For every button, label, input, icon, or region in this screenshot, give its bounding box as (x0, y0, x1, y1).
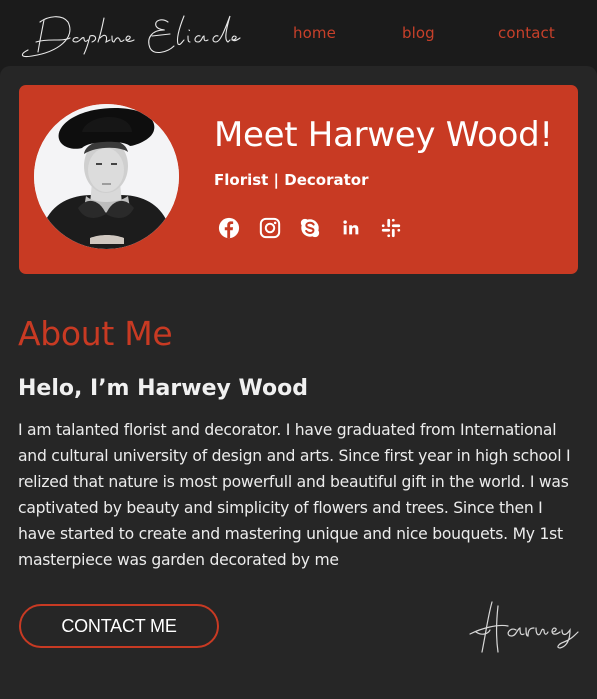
logo-script-signature (21, 15, 241, 58)
skype-icon (300, 218, 320, 238)
main-content: Meet Harwey Wood! Florist | Decorator Ab… (0, 66, 597, 699)
social-link-linkedin[interactable] (340, 217, 362, 239)
signature (468, 596, 580, 656)
profile-subtitle: Florist | Decorator (214, 171, 369, 189)
linkedin-icon (342, 220, 358, 235)
signature-script-image (469, 601, 579, 653)
facebook-icon (218, 217, 240, 239)
nav-link-blog[interactable]: blog (402, 24, 435, 42)
social-links (218, 217, 421, 239)
social-link-slack[interactable] (380, 217, 402, 239)
social-link-skype[interactable] (299, 217, 321, 239)
nav-link-home[interactable]: home (293, 24, 336, 42)
logo[interactable] (18, 8, 246, 58)
avatar-portrait-image (34, 104, 179, 249)
social-link-instagram[interactable] (259, 217, 281, 239)
contact-me-button[interactable]: CONTACT ME (19, 604, 219, 648)
profile-card: Meet Harwey Wood! Florist | Decorator (19, 85, 578, 274)
about-section-title: About Me (18, 314, 173, 353)
profile-title: Meet Harwey Wood! (214, 115, 553, 155)
about-description: I am talanted florist and decorator. I h… (18, 421, 571, 569)
avatar (34, 104, 179, 249)
nav-link-contact[interactable]: contact (498, 24, 555, 42)
about-greeting: Helo, I’m Harwey Wood (18, 376, 308, 401)
social-link-facebook[interactable] (218, 217, 240, 239)
site-header: home blog contact (0, 0, 597, 66)
slack-icon (381, 218, 401, 238)
instagram-icon (259, 217, 280, 239)
